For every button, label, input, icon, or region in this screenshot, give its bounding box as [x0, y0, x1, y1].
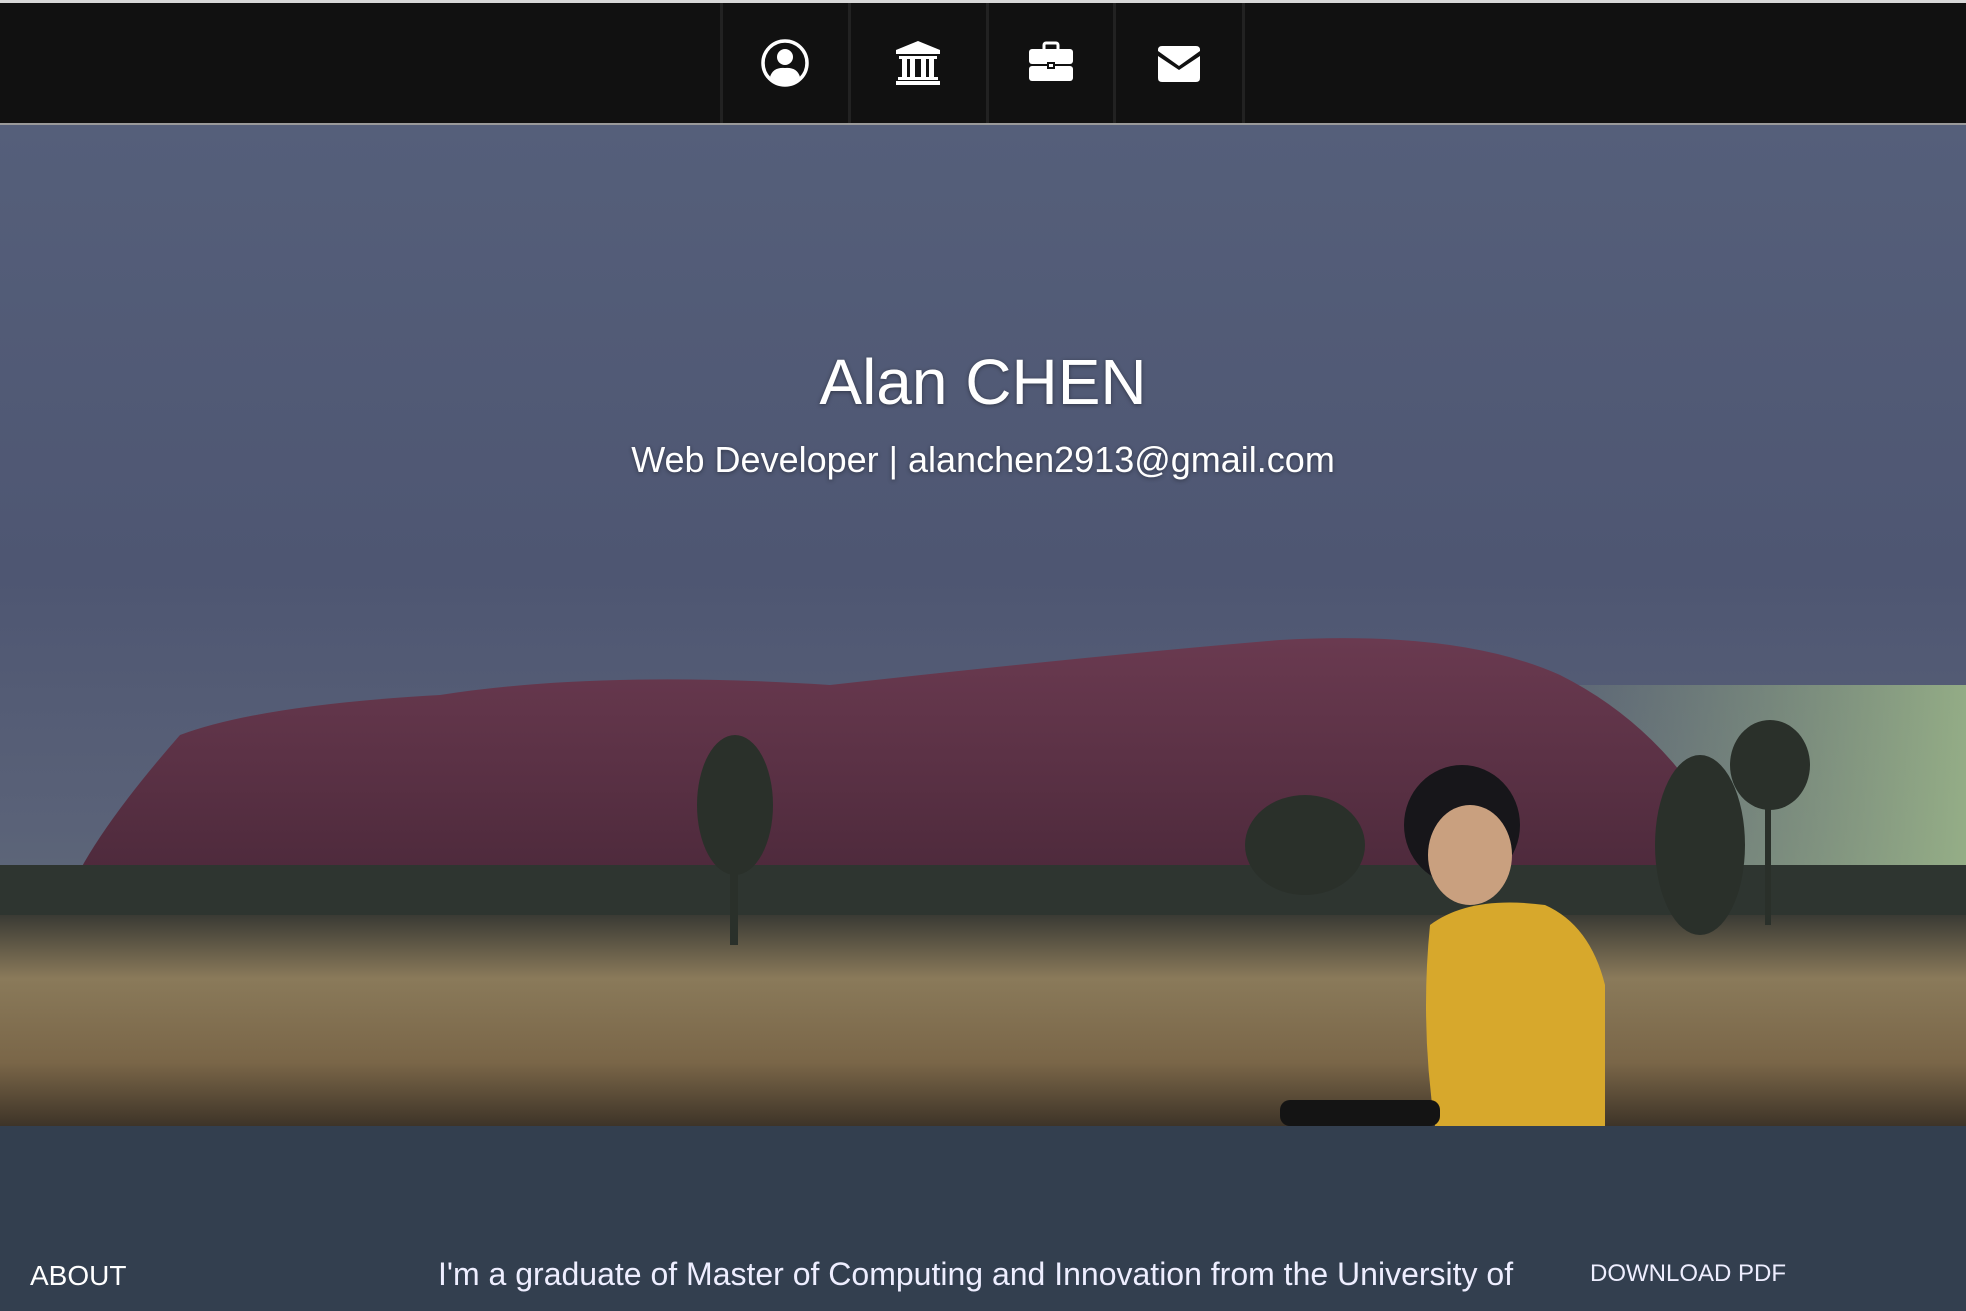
about-section: ABOUT I'm a graduate of Master of Comput…: [0, 1126, 1966, 1311]
hero-subtitle: Web Developer | alanchen2913@gmail.com: [631, 439, 1335, 480]
about-text: I'm a graduate of Master of Computing an…: [438, 1256, 1514, 1292]
hero-banner: Alan CHEN Web Developer | alanchen2913@g…: [0, 125, 1966, 1126]
nav-contact[interactable]: [1116, 3, 1245, 123]
nav-about[interactable]: [723, 3, 851, 123]
hero-name: Alan CHEN: [819, 346, 1147, 418]
hero-background-image: [0, 125, 1966, 1126]
download-pdf-link[interactable]: DOWNLOAD PDF: [1590, 1260, 1786, 1288]
nav-education[interactable]: [851, 3, 989, 123]
briefcase-icon: [1028, 41, 1073, 81]
envelope-icon: [1157, 46, 1200, 82]
about-heading: ABOUT: [30, 1260, 127, 1291]
user-circle-icon: [761, 39, 809, 87]
nav-work[interactable]: [989, 3, 1116, 123]
top-nav: [0, 3, 1966, 125]
university-icon: [896, 41, 940, 85]
